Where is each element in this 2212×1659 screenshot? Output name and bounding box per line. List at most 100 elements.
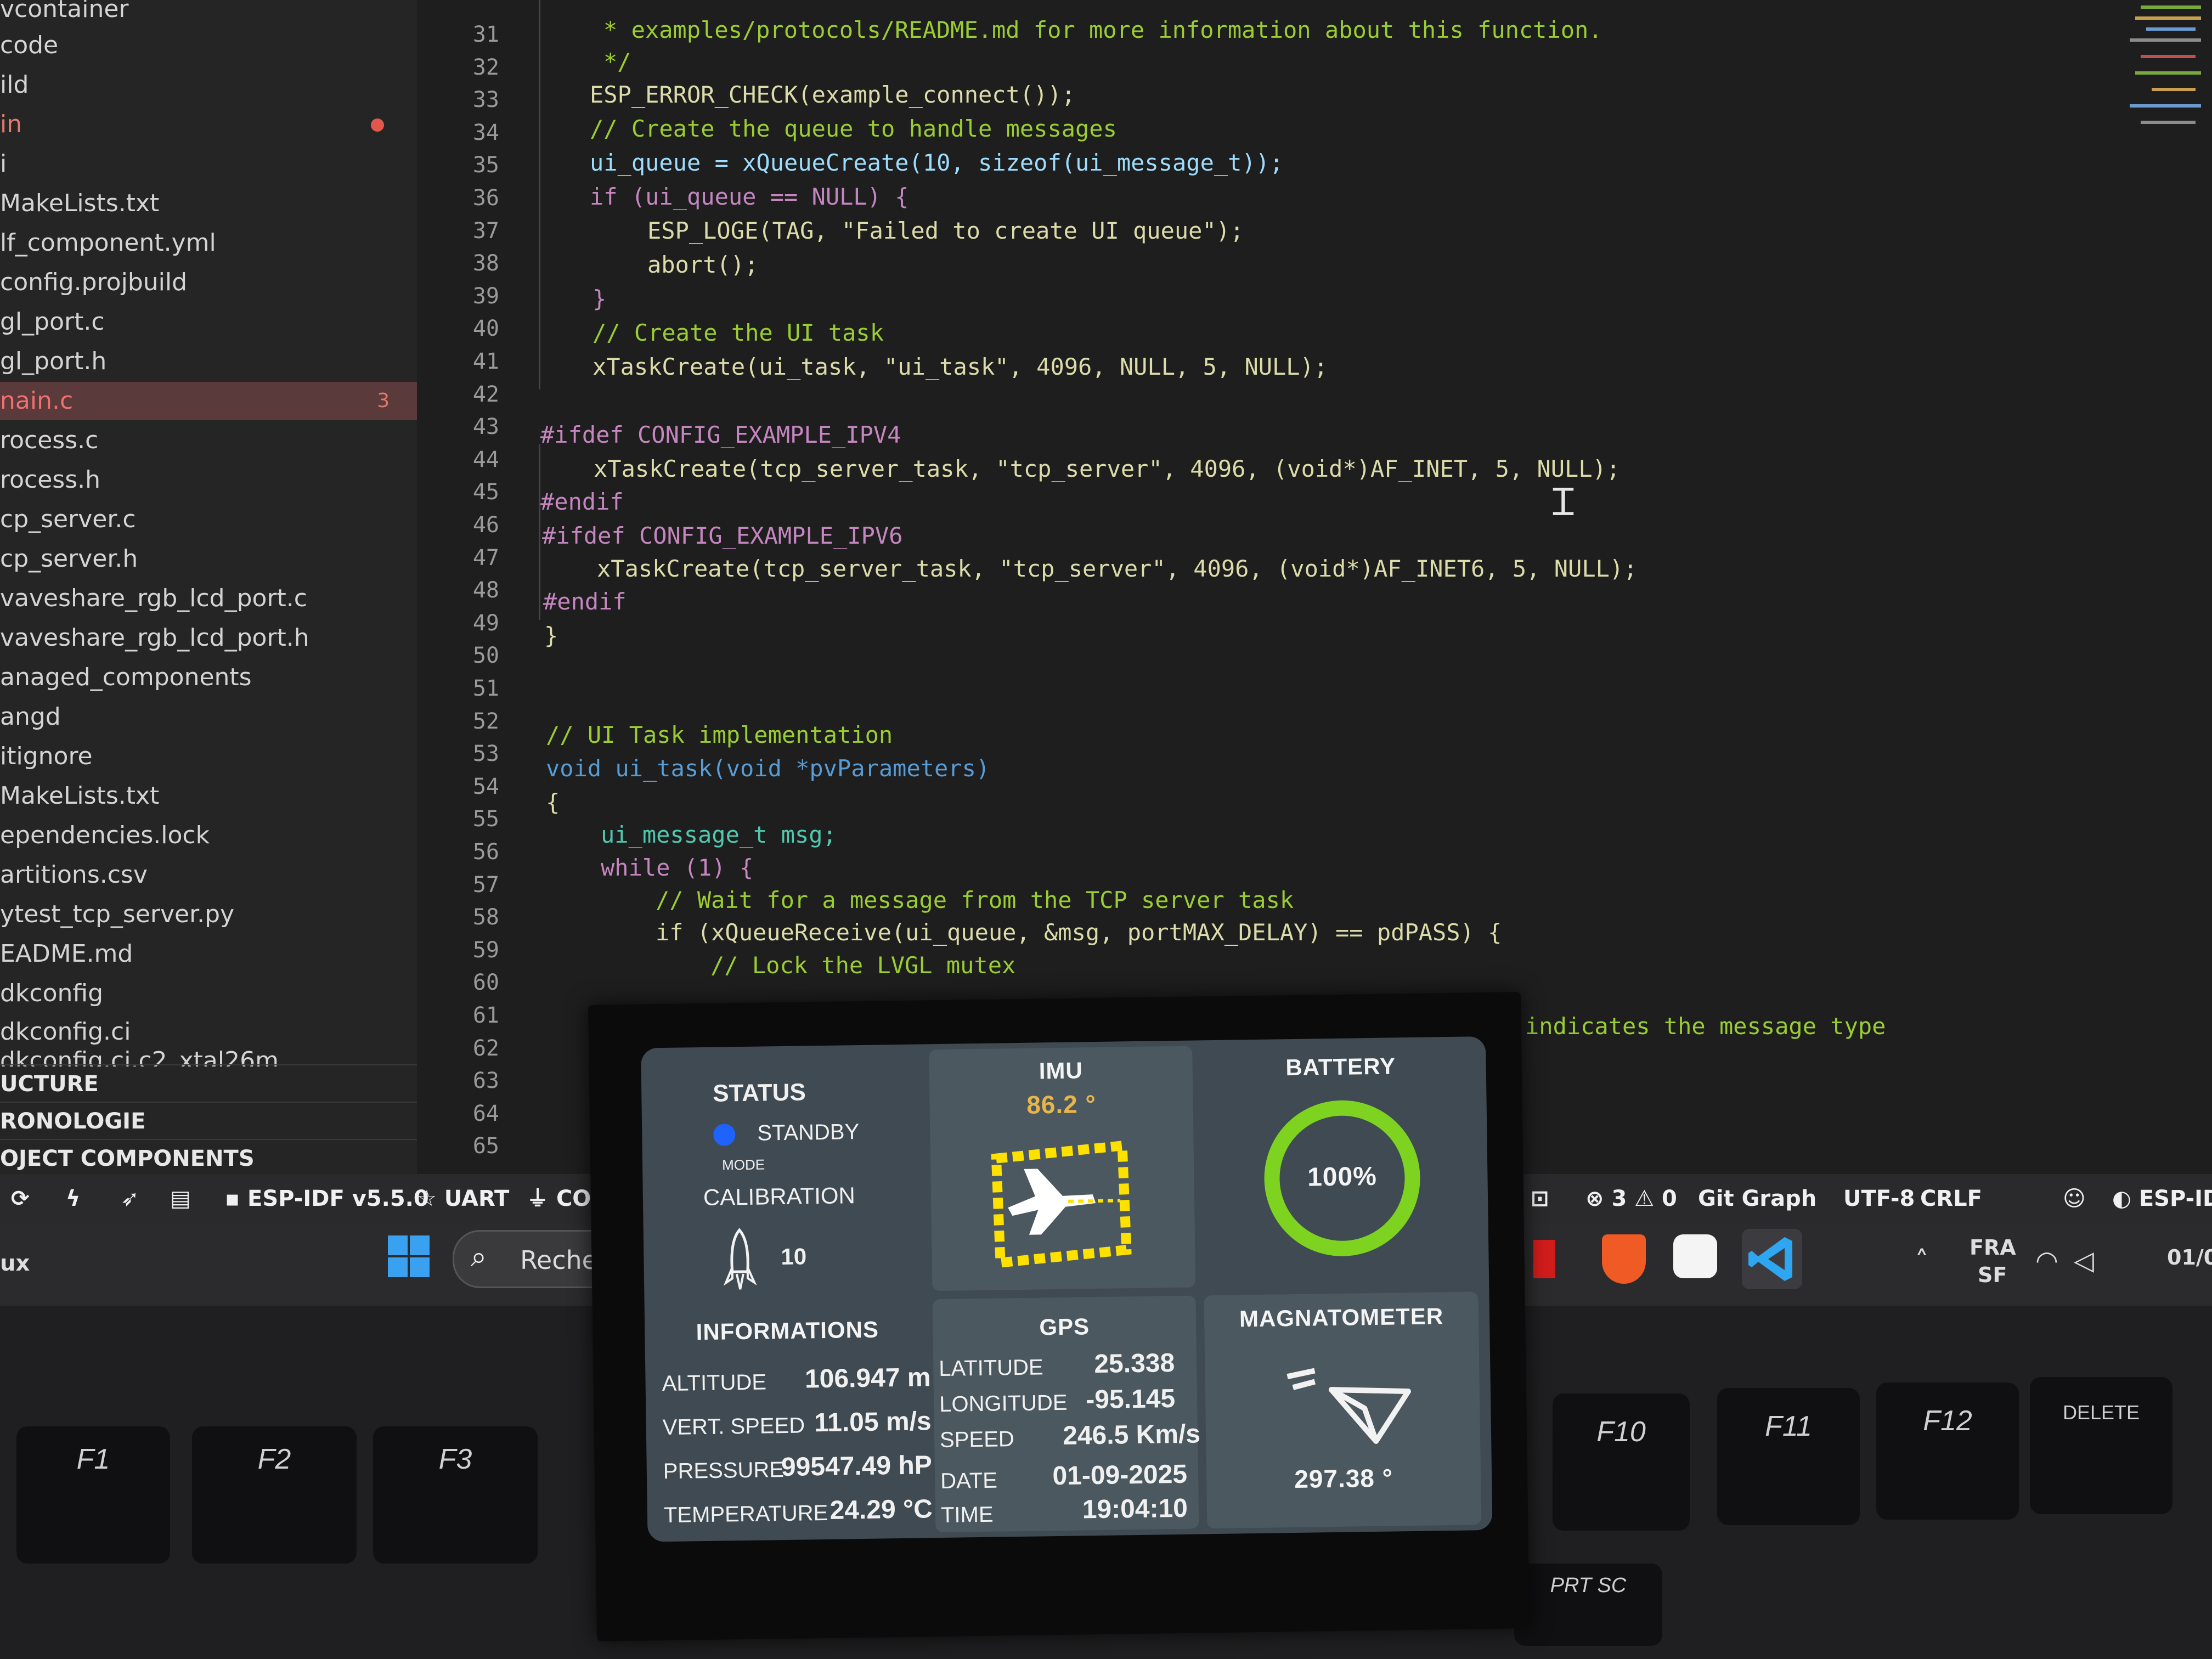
- tree-item-label: dkconfig.ci: [0, 1018, 131, 1046]
- line-number: 51: [472, 676, 499, 701]
- key-label: F3: [438, 1443, 472, 1475]
- line-number: 61: [472, 1003, 499, 1028]
- tree-item[interactable]: gl_port.h: [0, 342, 417, 381]
- folder-icon[interactable]: ▤: [170, 1174, 191, 1223]
- tree-item[interactable]: angd: [0, 698, 417, 736]
- idf-version[interactable]: ▪ ESP-IDF v5.5.0: [225, 1174, 429, 1223]
- problems-indicator[interactable]: ⊗ 3 ⚠ 0: [1585, 1174, 1677, 1223]
- section-project-components[interactable]: OJECT COMPONENTS: [0, 1139, 417, 1177]
- code-line: while (1) {: [601, 854, 754, 881]
- line-number: 64: [472, 1101, 499, 1126]
- tree-item[interactable]: itignore: [0, 737, 417, 776]
- language-bottom[interactable]: SF: [1978, 1263, 2007, 1287]
- line-number: 40: [472, 316, 499, 341]
- key-f3[interactable]: F3: [373, 1426, 538, 1564]
- tree-item[interactable]: MakeLists.txt: [0, 184, 417, 223]
- tree-item[interactable]: artitions.csv: [0, 856, 417, 894]
- tree-item[interactable]: ependencies.lock: [0, 816, 417, 855]
- gps-label: LONGITUDE: [939, 1390, 1068, 1417]
- key-prtsc[interactable]: PRT SC: [1514, 1564, 1662, 1646]
- tree-item[interactable]: dkconfig.ci.c2_xtal26m: [0, 1045, 417, 1066]
- tree-item[interactable]: rocess.h: [0, 461, 417, 499]
- git-graph-button[interactable]: Git Graph: [1698, 1174, 1816, 1223]
- windows-start-icon[interactable]: [387, 1234, 431, 1278]
- uart-button[interactable]: ☆ UART: [417, 1174, 509, 1223]
- section-outline[interactable]: UCTURE: [0, 1064, 417, 1103]
- language-top[interactable]: FRA: [1970, 1235, 2016, 1260]
- key-f2[interactable]: F2: [192, 1426, 357, 1564]
- key-delete[interactable]: DELETE: [2030, 1377, 2172, 1514]
- chevron-up-icon[interactable]: ˄: [1915, 1245, 1929, 1278]
- info-label: VERT. SPEED: [662, 1413, 805, 1440]
- com-port-label: CO: [556, 1186, 591, 1211]
- code-line: }: [592, 285, 607, 312]
- tree-item[interactable]: rocess.c: [0, 421, 417, 460]
- error-count: 3: [1611, 1186, 1627, 1211]
- tree-item[interactable]: MakeLists.txt: [0, 777, 417, 815]
- status-panel: STATUS STANDBY MODE CALIBRATION 10: [646, 1049, 924, 1295]
- tree-item[interactable]: EADME.md: [0, 935, 417, 973]
- rocket-icon[interactable]: ➶: [121, 1174, 139, 1223]
- flash-icon[interactable]: ϟ: [66, 1174, 80, 1223]
- rocket-icon: [723, 1228, 757, 1294]
- clock-date[interactable]: 01/09: [2167, 1245, 2212, 1269]
- tree-item[interactable]: in: [0, 105, 417, 144]
- refresh-icon[interactable]: ⟳: [11, 1174, 30, 1223]
- tree-item[interactable]: anaged_components: [0, 658, 417, 697]
- key-f11[interactable]: F11: [1717, 1388, 1860, 1525]
- tree-item[interactable]: lf_component.yml: [0, 224, 417, 262]
- key-label: F12: [1923, 1405, 1972, 1437]
- tree-item[interactable]: vaveshare_rgb_lcd_port.h: [0, 619, 417, 657]
- tree-item-label: angd: [0, 703, 61, 731]
- key-f12[interactable]: F12: [1876, 1383, 2019, 1520]
- eol-button[interactable]: CRLF: [1920, 1174, 1982, 1223]
- gps-panel: GPS LATITUDE 25.338 LONGITUDE -95.145 SP…: [932, 1295, 1201, 1533]
- tree-item-label: rocess.c: [0, 426, 99, 454]
- key-f10[interactable]: F10: [1553, 1393, 1690, 1531]
- line-number: 52: [472, 709, 499, 734]
- com-port-button[interactable]: ⏚ CO: [527, 1174, 591, 1223]
- section-timeline[interactable]: RONOLOGIE: [0, 1102, 417, 1140]
- key-f1[interactable]: F1: [16, 1426, 170, 1564]
- tree-item-label: anaged_components: [0, 663, 252, 691]
- tree-item[interactable]: cp_server.c: [0, 500, 417, 539]
- lcd-dashboard: STATUS STANDBY MODE CALIBRATION 10 IMU 8…: [641, 1036, 1493, 1542]
- line-number: 31: [472, 22, 499, 47]
- text-cursor-icon: Ɪ: [1553, 483, 1574, 521]
- tree-item-label: in: [0, 110, 22, 138]
- info-label: PRESSURE: [663, 1458, 785, 1484]
- brave-icon[interactable]: [1602, 1234, 1646, 1284]
- wifi-icon[interactable]: ◠: [2035, 1245, 2058, 1276]
- tree-item-label: dkconfig.ci.c2_xtal26m: [0, 1047, 279, 1066]
- tree-item[interactable]: dkconfig: [0, 974, 417, 1013]
- tree-item[interactable]: gl_port.c: [0, 303, 417, 341]
- tree-item[interactable]: vcontainer: [0, 0, 417, 29]
- gps-value: 246.5 Km/s: [1062, 1419, 1201, 1451]
- vscode-taskbar-icon[interactable]: [1742, 1229, 1802, 1289]
- tree-item[interactable]: vaveshare_rgb_lcd_port.c: [0, 579, 417, 618]
- info-value: 106.947 m: [804, 1363, 931, 1394]
- tree-item-label: i: [0, 150, 7, 178]
- tree-item[interactable]: ytest_tcp_server.py: [0, 895, 417, 934]
- tree-item[interactable]: ild: [0, 66, 417, 104]
- indent-guide: [539, 444, 540, 620]
- tree-item-label: artitions.csv: [0, 861, 148, 889]
- app-icon[interactable]: [1673, 1234, 1717, 1278]
- code-line: * examples/protocols/README.md for more …: [603, 16, 1602, 43]
- tree-item[interactable]: config.projbuild: [0, 263, 417, 302]
- tree-item-label: gl_port.h: [0, 347, 107, 375]
- volume-icon[interactable]: ◁: [2074, 1245, 2094, 1276]
- copilot-icon[interactable]: ☺: [2063, 1174, 2086, 1223]
- minimap-line: [2152, 88, 2196, 91]
- esp-button[interactable]: ◐ ESP-ID: [2112, 1174, 2212, 1223]
- netflix-icon[interactable]: [1533, 1240, 1555, 1278]
- tree-item-selected[interactable]: nain.c 3: [0, 382, 417, 420]
- minimap[interactable]: [2102, 0, 2212, 143]
- tree-item-label: cp_server.h: [0, 545, 138, 573]
- tree-item[interactable]: i: [0, 145, 417, 183]
- tree-item[interactable]: code: [0, 26, 417, 65]
- minimap-line: [2141, 121, 2196, 124]
- panel-icon[interactable]: ⊡: [1531, 1174, 1549, 1223]
- encoding-button[interactable]: UTF-8: [1843, 1174, 1915, 1223]
- tree-item[interactable]: cp_server.h: [0, 540, 417, 578]
